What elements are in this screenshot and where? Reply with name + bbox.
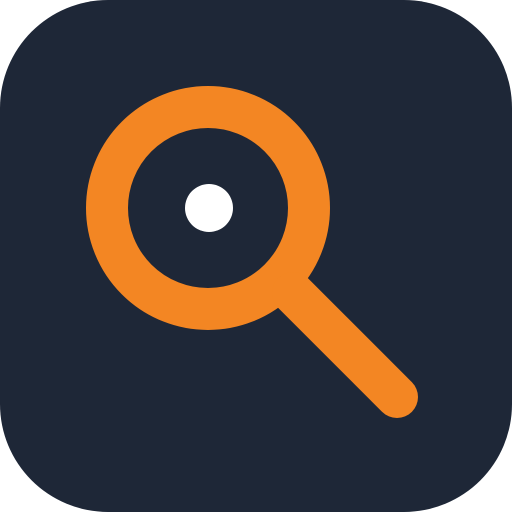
app-icon-svg (0, 0, 512, 512)
app-icon (0, 0, 512, 512)
magnifier-center-dot (185, 184, 233, 232)
app-icon-background (0, 0, 512, 512)
